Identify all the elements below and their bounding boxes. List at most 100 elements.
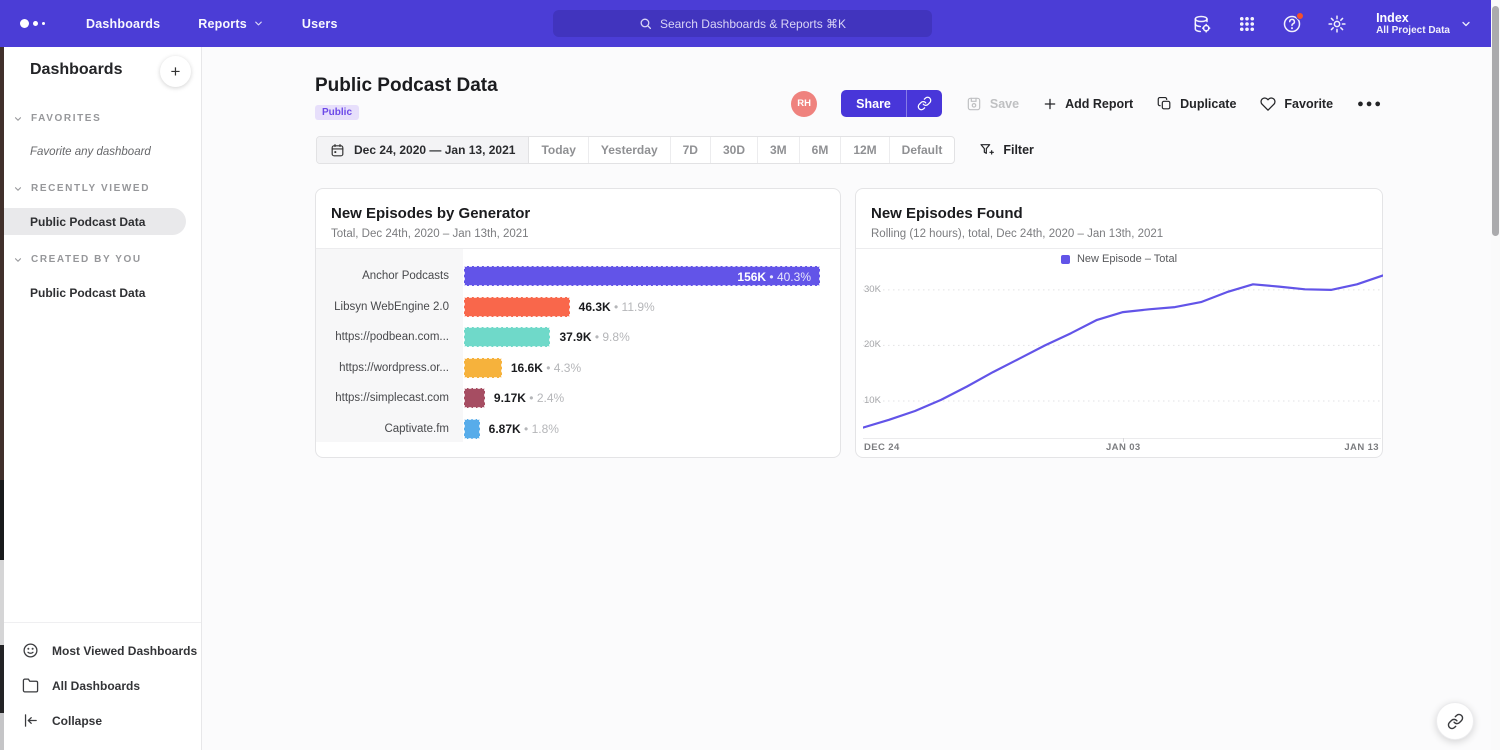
add-report-label: Add Report: [1065, 97, 1133, 111]
bar-value-label: 46.3K • 11.9%: [579, 297, 655, 317]
bar-value-label: 9.17K • 2.4%: [494, 388, 564, 408]
date-preset-6m[interactable]: 6M: [800, 137, 842, 163]
project-name: Index: [1376, 11, 1450, 25]
bar-3[interactable]: [464, 358, 502, 378]
bar-value-label: 6.87K • 1.8%: [489, 419, 559, 439]
bar-value-label: 156K • 40.3%: [737, 267, 811, 287]
bar-4[interactable]: [464, 388, 485, 408]
favorite-button[interactable]: Favorite: [1260, 96, 1333, 112]
filter-button[interactable]: Filter: [979, 142, 1034, 158]
date-preset-30d[interactable]: 30D: [711, 137, 758, 163]
duplicate-button[interactable]: Duplicate: [1157, 96, 1236, 111]
sidebar-footer: Most Viewed Dashboards All Dashboards Co…: [0, 622, 201, 750]
avatar[interactable]: RH: [791, 91, 817, 117]
date-preset-7d[interactable]: 7D: [671, 137, 711, 163]
panel-divider: [856, 248, 1382, 249]
sidebar-section-created-by-you: CREATED BY YOU Public Podcast Data: [0, 254, 202, 306]
line-chart-title[interactable]: New Episodes Found: [871, 205, 1023, 222]
apps-grid-icon[interactable]: [1237, 14, 1257, 34]
public-badge: Public: [315, 105, 359, 120]
add-report-button[interactable]: Add Report: [1043, 97, 1133, 111]
date-preset-yesterday[interactable]: Yesterday: [589, 137, 671, 163]
nav-item-dashboards[interactable]: Dashboards: [86, 17, 160, 31]
bar-5[interactable]: [464, 419, 480, 439]
duplicate-icon: [1157, 96, 1172, 111]
bar-value-label: 37.9K • 9.8%: [559, 327, 629, 347]
sidebar-item-most-viewed-dashboards[interactable]: Most Viewed Dashboards: [0, 633, 201, 668]
sidebar-footer-label: All Dashboards: [52, 679, 140, 693]
x-axis-line: [863, 438, 1381, 439]
duplicate-label: Duplicate: [1180, 97, 1236, 111]
add-dashboard-button[interactable]: +: [160, 56, 191, 87]
sidebar-title: Dashboards: [30, 61, 122, 79]
date-controls: Dec 24, 2020 — Jan 13, 2021 TodayYesterd…: [316, 136, 1034, 164]
more-options-button[interactable]: ●●●: [1357, 98, 1383, 110]
date-preset-today[interactable]: Today: [529, 137, 588, 163]
x-axis-label: JAN 03: [1106, 442, 1141, 453]
notification-dot: [1296, 12, 1304, 20]
section-header[interactable]: RECENTLY VIEWED: [0, 183, 202, 194]
nav-item-label: Users: [302, 17, 338, 31]
top-nav: Dashboards Reports Users Search Dashboards…: [0, 0, 1500, 47]
line-chart-subtitle: Rolling (12 hours), total, Dec 24th, 202…: [871, 228, 1163, 240]
chart-legend: New Episode – Total: [856, 253, 1382, 265]
date-range-label: Dec 24, 2020 — Jan 13, 2021: [354, 143, 515, 157]
date-preset-3m[interactable]: 3M: [758, 137, 800, 163]
share-button[interactable]: Share: [841, 90, 906, 117]
nav-item-label: Reports: [198, 17, 247, 31]
sidebar-footer-label: Most Viewed Dashboards: [52, 644, 197, 658]
nav-item-users[interactable]: Users: [302, 17, 338, 31]
line-chart-svg[interactable]: [863, 271, 1383, 438]
sidebar-collapse-button[interactable]: Collapse: [0, 703, 201, 738]
bar-category-label: Libsyn WebEngine 2.0: [316, 297, 449, 317]
legend-swatch: [1061, 255, 1070, 264]
sidebar-item-public-podcast-data[interactable]: Public Podcast Data: [0, 208, 186, 235]
bar-2[interactable]: [464, 327, 550, 347]
search-input[interactable]: Search Dashboards & Reports ⌘K: [553, 10, 932, 37]
date-preset-default[interactable]: Default: [890, 137, 955, 163]
project-switcher[interactable]: Index All Project Data: [1376, 11, 1472, 37]
line-chart-panel: New Episodes Found Rolling (12 hours), t…: [855, 188, 1383, 458]
smiley-icon: [22, 642, 39, 659]
bar-1[interactable]: [464, 297, 570, 317]
legend-item[interactable]: New Episode – Total: [1061, 253, 1177, 265]
settings-gear-icon[interactable]: [1327, 14, 1347, 34]
bar-category-label: Captivate.fm: [316, 419, 449, 439]
sidebar: Dashboards + FAVORITESFavorite any dashb…: [0, 47, 202, 750]
section-label: CREATED BY YOU: [31, 254, 142, 265]
bar-row: 9.17K • 2.4%https://simplecast.com: [316, 388, 839, 408]
sidebar-item-public-podcast-data[interactable]: Public Podcast Data: [0, 279, 202, 306]
section-header[interactable]: CREATED BY YOU: [0, 254, 202, 265]
chevron-down-icon: [253, 18, 264, 29]
chevron-down-icon: [13, 114, 23, 124]
floating-link-button[interactable]: [1436, 702, 1474, 740]
bar-0[interactable]: 156K • 40.3%: [464, 266, 820, 286]
sidebar-section-recently-viewed: RECENTLY VIEWED Public Podcast Data: [0, 183, 202, 235]
help-icon[interactable]: [1282, 14, 1302, 34]
search-icon: [639, 17, 652, 30]
folder-icon: [22, 677, 39, 694]
save-button[interactable]: Save: [966, 96, 1019, 112]
line-series[interactable]: [863, 275, 1383, 427]
y-axis-label: 30K: [864, 284, 881, 295]
nav-right-icons: Index All Project Data: [1192, 0, 1472, 47]
date-range-control: Dec 24, 2020 — Jan 13, 2021 TodayYesterd…: [316, 136, 955, 164]
nav-item-reports[interactable]: Reports: [198, 17, 264, 31]
data-sources-icon[interactable]: [1192, 14, 1212, 34]
bar-row: Anchor Podcasts 156K • 40.3%: [316, 266, 839, 286]
bar-category-label: https://podbean.com...: [316, 327, 449, 347]
bar-category-label: Anchor Podcasts: [316, 266, 449, 286]
date-range-button[interactable]: Dec 24, 2020 — Jan 13, 2021: [317, 137, 529, 163]
scrollbar-thumb[interactable]: [1492, 6, 1499, 236]
section-header[interactable]: FAVORITES: [0, 113, 202, 124]
bar-chart-title[interactable]: New Episodes by Generator: [331, 205, 530, 222]
heart-icon: [1260, 96, 1276, 112]
share-link-button[interactable]: [906, 90, 942, 117]
sidebar-footer-label: Collapse: [52, 714, 102, 728]
app-logo-icon[interactable]: [20, 19, 58, 28]
collapse-icon: [22, 712, 39, 729]
bar-row: 6.87K • 1.8% Captivate.fm: [316, 419, 839, 439]
sidebar-item-all-dashboards[interactable]: All Dashboards: [0, 668, 201, 703]
chevron-down-icon: [13, 184, 23, 194]
date-preset-12m[interactable]: 12M: [841, 137, 889, 163]
